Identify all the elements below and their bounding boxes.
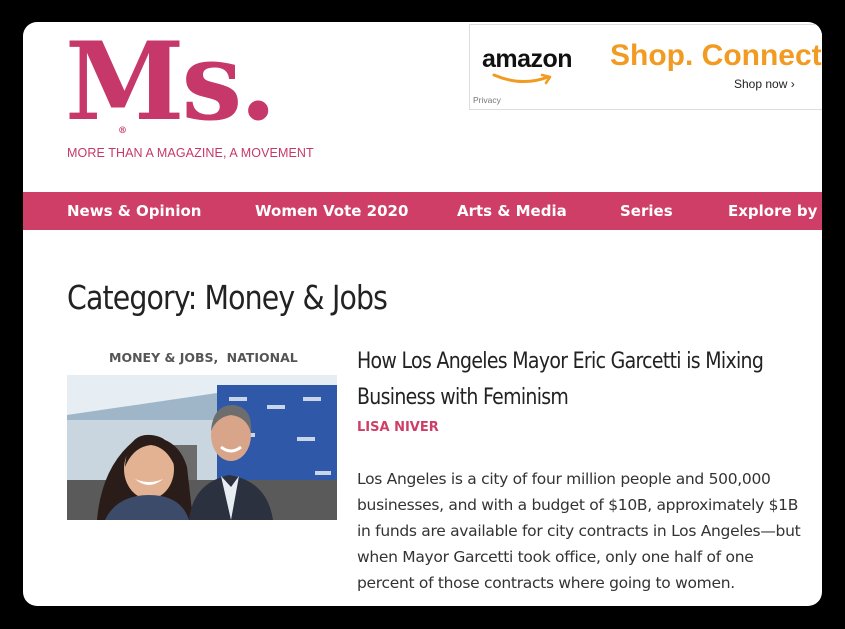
- main-navigation: News & Opinion Women Vote 2020 Arts & Me…: [23, 192, 822, 230]
- nav-item-news-opinion[interactable]: News & Opinion: [67, 192, 201, 230]
- post-category-links: MONEY & JOBS, NATIONAL: [109, 350, 302, 365]
- nav-item-explore-by[interactable]: Explore by T: [728, 192, 822, 230]
- post-title-line-1: How Los Angeles Mayor Eric Garcetti is M…: [357, 349, 764, 374]
- nav-item-series[interactable]: Series: [620, 192, 673, 230]
- post-title-line-2: Business with Feminism: [357, 385, 569, 410]
- tagline: MORE THAN A MAGAZINE, A MOVEMENT: [67, 146, 314, 160]
- post-author-link[interactable]: LISA NIVER: [357, 420, 439, 435]
- post-excerpt: Los Angeles is a city of four million pe…: [357, 470, 801, 592]
- category-link-national[interactable]: NATIONAL: [227, 350, 298, 365]
- page-title: Category: Money & Jobs: [67, 278, 388, 317]
- post-thumbnail-image[interactable]: [67, 375, 337, 520]
- category-link-money-jobs[interactable]: MONEY & JOBS,: [109, 350, 218, 365]
- browser-window: Ms. ® MORE THAN A MAGAZINE, A MOVEMENT a…: [23, 22, 822, 606]
- ms-logo[interactable]: Ms. ®: [65, 28, 277, 136]
- ad-headline: Shop. Connect.: [610, 39, 822, 72]
- registered-mark: ®: [118, 126, 127, 136]
- logo-text: Ms.: [65, 22, 277, 145]
- ad-shop-now-link[interactable]: Shop now ›: [734, 77, 795, 91]
- nav-item-women-vote-2020[interactable]: Women Vote 2020: [255, 192, 408, 230]
- post-title-link[interactable]: How Los Angeles Mayor Eric Garcetti is M…: [357, 344, 817, 416]
- ad-privacy-link[interactable]: Privacy: [473, 95, 501, 105]
- amazon-logo: amazon: [482, 45, 573, 73]
- amazon-smile-icon: [492, 73, 552, 85]
- amazon-ad-banner[interactable]: amazon Shop. Connect. Shop now › Privacy: [469, 24, 822, 110]
- nav-item-arts-media[interactable]: Arts & Media: [457, 192, 567, 230]
